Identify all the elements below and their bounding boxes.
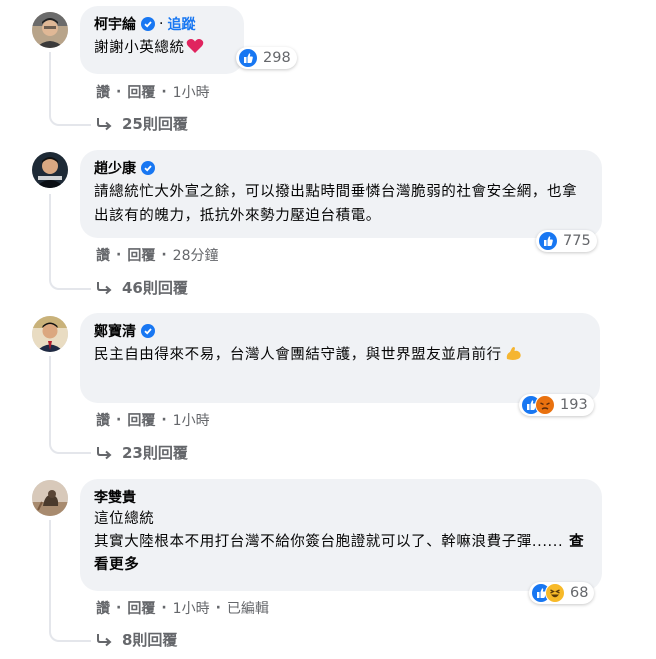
like-reaction-icon — [238, 48, 258, 68]
comment-bubble: 李雙貴 這位總統 其實大陸根本不用打台灣不給你簽台胞證就可以了、幹嘛浪費子彈..… — [80, 479, 602, 591]
separator-dot: · — [161, 600, 167, 616]
comment-text: 民主自由得來不易，台灣人會團結守護，與世界盟友並肩前行 — [94, 347, 502, 363]
reply-link[interactable]: 回覆 — [127, 82, 155, 102]
separator-dot: · — [161, 84, 167, 100]
follow-button[interactable]: 追蹤 — [167, 14, 195, 34]
like-link[interactable]: 讚 — [96, 82, 110, 102]
like-link[interactable]: 讚 — [96, 410, 110, 430]
reply-arrow-icon — [97, 633, 112, 646]
like-link[interactable]: 讚 — [96, 598, 110, 618]
replies-count: 46則回覆 — [122, 279, 188, 297]
comment-text-line: 這位總統 — [94, 511, 155, 527]
comment-actions: 讚 · 回覆 · 28分鐘 — [96, 245, 218, 265]
view-replies-link[interactable]: 8則回覆 — [96, 629, 177, 650]
reaction-summary[interactable]: 775 — [536, 230, 597, 252]
comment-timestamp[interactable]: 1小時 — [173, 410, 210, 430]
commenter-name[interactable]: 柯宇綸 — [94, 14, 136, 34]
comment-timestamp[interactable]: 1小時 — [173, 82, 210, 102]
comment-actions: 讚 · 回覆 · 1小時 — [96, 82, 210, 102]
comment-bubble: 趙少康 請總統忙大外宣之餘，可以撥出點時間垂憐台灣脆弱的社會安全網，也拿出該有的… — [80, 150, 602, 238]
commenter-name[interactable]: 鄭寶清 — [94, 321, 136, 341]
edited-label[interactable]: 已編輯 — [227, 598, 269, 618]
comment-bubble: 柯宇綸 · 追蹤 謝謝小英總統 — [80, 6, 244, 74]
replies-count: 8則回覆 — [122, 631, 178, 649]
comment-bubble: 鄭寶清 民主自由得來不易，台灣人會團結守護，與世界盟友並肩前行 — [80, 313, 600, 403]
reply-arrow-icon — [97, 117, 112, 130]
verified-badge-icon — [141, 17, 155, 31]
reaction-count: 775 — [563, 233, 591, 249]
reply-link[interactable]: 回覆 — [127, 598, 155, 618]
verified-badge-icon — [141, 324, 155, 338]
separator-dot: · — [161, 412, 167, 428]
commenter-name[interactable]: 趙少康 — [94, 158, 136, 178]
separator-dot: · — [159, 16, 164, 32]
view-replies-link[interactable]: 46則回覆 — [96, 277, 188, 298]
avatar[interactable] — [32, 480, 68, 516]
comment-actions: 讚 · 回覆 · 1小時 · 已編輯 — [96, 598, 269, 618]
avatar[interactable] — [32, 12, 68, 48]
comment-timestamp[interactable]: 28分鐘 — [173, 245, 219, 265]
comment-text: 請總統忙大外宣之餘，可以撥出點時間垂憐台灣脆弱的社會安全網，也拿出該有的魄力，抵… — [94, 184, 578, 224]
comment-text: 謝謝小英總統 — [94, 40, 185, 56]
avatar[interactable] — [32, 152, 68, 188]
comment-text: 其實大陸根本不用打台灣不給你簽台胞證就可以了、幹嘛浪費子彈...... — [94, 534, 564, 550]
comment-timestamp[interactable]: 1小時 — [173, 598, 210, 618]
replies-count: 25則回覆 — [122, 115, 188, 133]
commenter-name[interactable]: 李雙貴 — [94, 487, 136, 507]
reaction-summary[interactable]: 193 — [519, 394, 594, 416]
separator-dot: · — [116, 84, 122, 100]
verified-badge-icon — [141, 161, 155, 175]
like-link[interactable]: 讚 — [96, 245, 110, 265]
angry-reaction-icon — [535, 395, 555, 415]
separator-dot: · — [215, 600, 221, 616]
reaction-count: 68 — [570, 585, 589, 601]
reply-arrow-icon — [97, 446, 112, 459]
reply-link[interactable]: 回覆 — [127, 410, 155, 430]
separator-dot: · — [116, 412, 122, 428]
reaction-count: 298 — [263, 50, 291, 66]
haha-reaction-icon — [545, 583, 565, 603]
heart-emoji-icon — [186, 39, 203, 53]
view-replies-link[interactable]: 25則回覆 — [96, 113, 188, 134]
flexed-biceps-emoji-icon — [506, 347, 521, 360]
separator-dot: · — [116, 247, 122, 263]
reply-link[interactable]: 回覆 — [127, 245, 155, 265]
avatar[interactable] — [32, 316, 68, 352]
replies-count: 23則回覆 — [122, 444, 188, 462]
reaction-count: 193 — [560, 397, 588, 413]
separator-dot: · — [116, 600, 122, 616]
view-replies-link[interactable]: 23則回覆 — [96, 442, 188, 463]
comment-actions: 讚 · 回覆 · 1小時 — [96, 410, 210, 430]
comment-thread: 柯宇綸 · 追蹤 謝謝小英總統 298 讚 · 回覆 · 1小時 25則回覆 趙… — [0, 0, 656, 659]
reaction-summary[interactable]: 298 — [236, 47, 297, 69]
reply-arrow-icon — [97, 281, 112, 294]
like-reaction-icon — [538, 231, 558, 251]
reaction-summary[interactable]: 68 — [529, 582, 595, 604]
separator-dot: · — [161, 247, 167, 263]
